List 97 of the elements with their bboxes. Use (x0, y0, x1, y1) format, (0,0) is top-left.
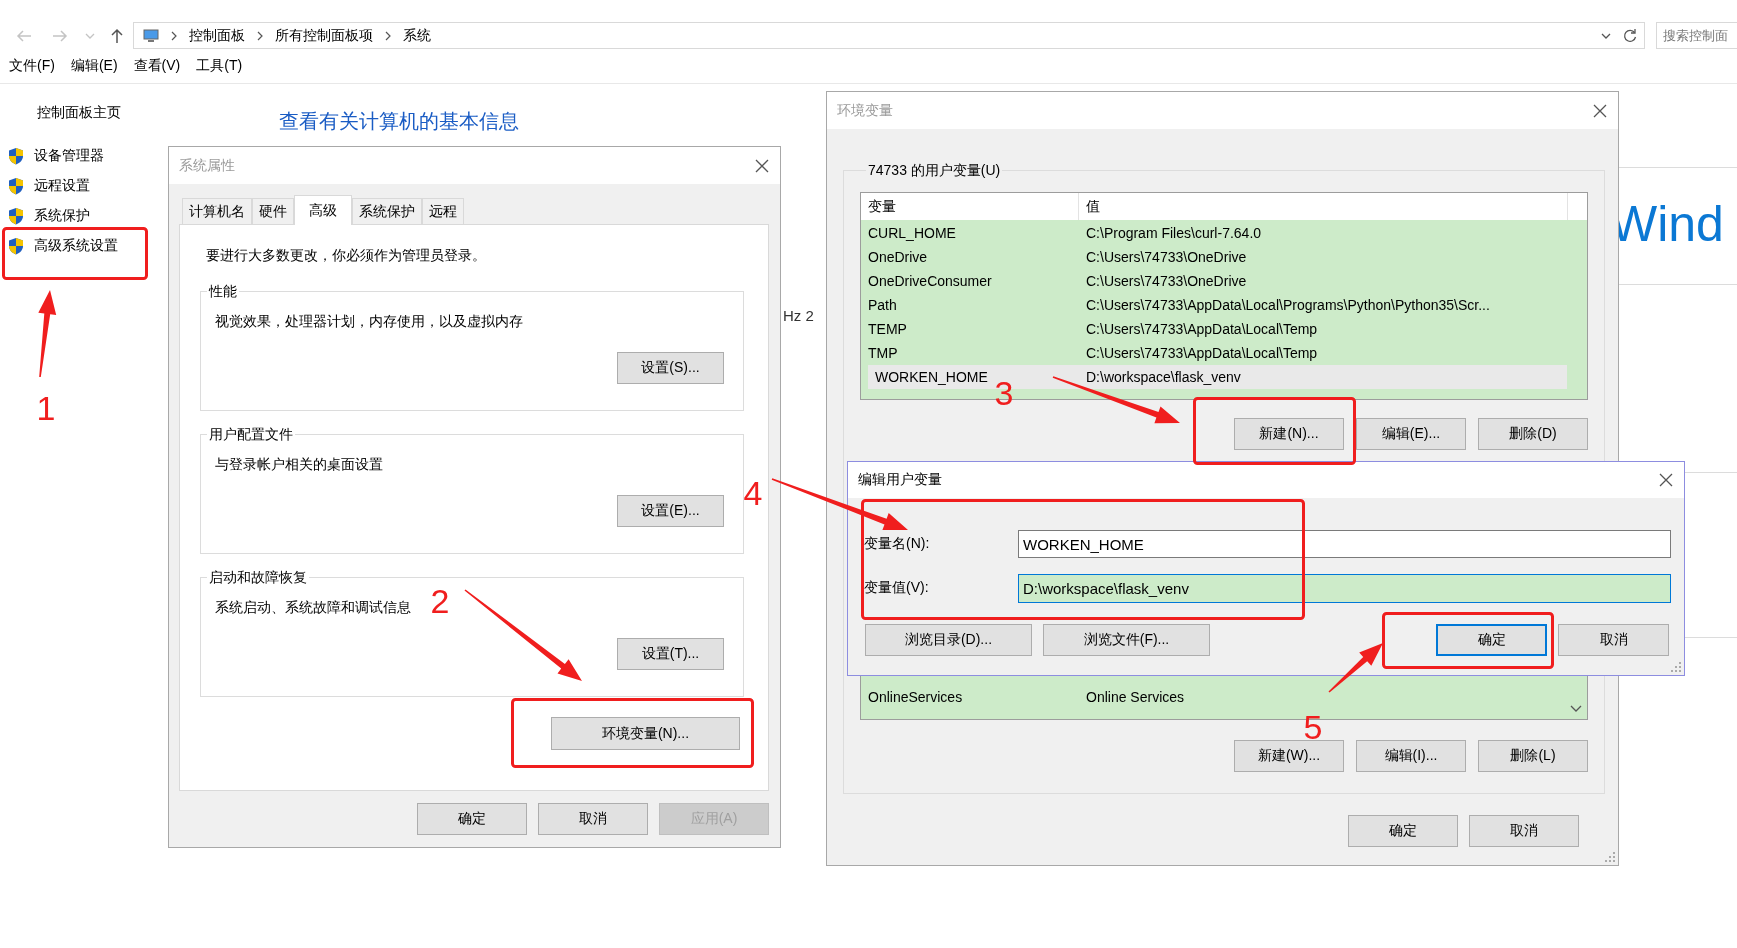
group-label: 74733 的用户变量(U) (867, 161, 1002, 180)
group-label: 启动和故障恢复 (208, 568, 308, 587)
tab[interactable]: 高级 (294, 195, 352, 225)
breadcrumb[interactable]: 控制面板 (187, 26, 247, 45)
list-cell-text: C:\Users\74733\OneDrive (1085, 272, 1247, 291)
list-cell-text: C:\Users\74733\AppData\Local\Temp (1085, 344, 1318, 363)
tab[interactable]: 硬件 (252, 198, 294, 224)
window-title: 编辑用户变量 (858, 471, 943, 489)
list-row[interactable]: TMP C:\Users\74733\AppData\Local\Temp (861, 341, 1567, 365)
list-cell-text: TEMP (867, 320, 908, 339)
dialog-button[interactable]: 确定 (1348, 815, 1458, 847)
resize-grip-icon[interactable] (1605, 852, 1615, 862)
list-row[interactable]: CURL_HOME C:\Program Files\curl-7.64.0 (861, 221, 1567, 245)
description-text: 视觉效果，处理器计划，内存使用，以及虚拟内存 (215, 312, 523, 331)
dialog-button[interactable]: 确定 (1436, 624, 1547, 656)
list-button[interactable]: 新建(W)... (1234, 740, 1344, 772)
notice-text: 要进行大多数更改，你必须作为管理员登录。 (206, 246, 486, 265)
input-field[interactable]: D:\workspace\flask_venv (1018, 573, 1671, 603)
list-cell-text: C:\Program Files\curl-7.64.0 (1085, 224, 1262, 243)
address-bar[interactable]: 控制面板 所有控制面板项 系统 (133, 22, 1645, 49)
close-icon[interactable] (1658, 472, 1674, 488)
up-arrow-icon[interactable] (110, 27, 124, 44)
environment-variables-button[interactable]: 环境变量(N)... (551, 717, 740, 750)
breadcrumb[interactable]: 所有控制面板项 (273, 26, 375, 45)
menu-item[interactable]: 工具(T) (193, 57, 246, 75)
step-number: 2 (429, 581, 451, 621)
field-label: 变量名(N): (864, 535, 930, 551)
dialog-button[interactable]: 确定 (417, 803, 527, 835)
list-button[interactable]: 编辑(I)... (1356, 740, 1466, 772)
refresh-icon[interactable] (1622, 27, 1638, 44)
window-title: 系统属性 (179, 156, 236, 175)
shield-icon (8, 207, 24, 225)
chevron-right-icon (169, 29, 179, 42)
sidebar-link[interactable]: 控制面板主页 (37, 102, 121, 122)
window-title: 环境变量 (837, 101, 894, 120)
description-text: 系统启动、系统故障和调试信息 (215, 598, 411, 617)
menu-item[interactable]: 文件(F) (6, 57, 58, 75)
dialog-button[interactable]: 取消 (1469, 815, 1579, 847)
shield-icon (8, 147, 24, 165)
tab[interactable]: 系统保护 (352, 198, 422, 224)
step-number: 4 (742, 473, 764, 513)
info-text: Hz 2 (783, 307, 814, 324)
list-cell-text: C:\Users\74733\AppData\Local\Temp (1085, 320, 1318, 339)
page-heading: 查看有关计算机的基本信息 (279, 109, 519, 133)
menu-item[interactable]: 查看(V) (130, 57, 184, 75)
browse-button[interactable]: 浏览文件(F)... (1043, 624, 1210, 656)
list-button[interactable]: 删除(L) (1478, 740, 1588, 772)
list-cell-text: Online Services (1085, 688, 1185, 707)
computer-icon (143, 27, 161, 44)
list-row[interactable]: TEMP C:\Users\74733\AppData\Local\Temp (861, 317, 1567, 341)
field-label: 变量值(V): (864, 579, 929, 595)
sidebar-link[interactable]: 远程设置 (8, 171, 93, 201)
dialog-button[interactable]: 取消 (538, 803, 648, 835)
list-cell-text: OneDriveConsumer (867, 272, 993, 291)
settings-button[interactable]: 设置(T)... (617, 638, 724, 670)
tab[interactable]: 远程 (422, 198, 464, 224)
chevron-right-icon (255, 29, 265, 42)
sidebar-link[interactable]: 系统保护 (8, 201, 93, 231)
menu-item[interactable]: 编辑(E) (67, 57, 121, 75)
list-cell-text: TMP (867, 344, 899, 363)
close-icon[interactable] (754, 157, 770, 174)
arrow (1328, 643, 1383, 693)
list-row[interactable]: OnlineServices Online Services (861, 685, 1567, 709)
close-icon[interactable] (1592, 102, 1608, 119)
list-row[interactable]: Path C:\Users\74733\AppData\Local\Programs\Python\Python35\Scr... (861, 293, 1567, 317)
list-cell-text: OnlineServices (867, 688, 964, 707)
list-cell-text: WORKEN_HOME (874, 368, 989, 387)
tab[interactable]: 计算机名 (182, 198, 252, 224)
description-text: 与登录帐户相关的桌面设置 (215, 455, 383, 474)
list-cell-text: C:\Users\74733\AppData\Local\Programs\Python\Python35\Scr... (1085, 296, 1490, 315)
list-row[interactable]: OneDrive C:\Users\74733\OneDrive (861, 245, 1567, 269)
group-label: 性能 (207, 282, 238, 301)
list-button[interactable]: 编辑(E)... (1356, 418, 1466, 450)
resize-grip-icon[interactable] (1671, 662, 1681, 672)
shield-icon (8, 237, 24, 255)
list-cell-text: C:\Users\74733\OneDrive (1085, 248, 1247, 267)
breadcrumb[interactable]: 系统 (401, 26, 433, 45)
settings-button[interactable]: 设置(E)... (617, 495, 724, 527)
sidebar-link[interactable]: 设备管理器 (8, 141, 107, 171)
list-cell-text: CURL_HOME (867, 224, 957, 243)
chevron-down-icon[interactable] (1570, 705, 1582, 713)
chevron-right-icon (383, 29, 393, 42)
list-row[interactable]: OneDriveConsumer C:\Users\74733\OneDrive (861, 269, 1567, 293)
input-field[interactable]: WORKEN_HOME (1018, 530, 1671, 558)
list-cell-text: D:\workspace\flask_venv (1085, 368, 1241, 387)
group-label: 用户配置文件 (208, 425, 294, 444)
browse-button[interactable]: 浏览目录(D)... (865, 624, 1032, 656)
list-button[interactable]: 新建(N)... (1234, 418, 1344, 450)
sidebar-link[interactable]: 高级系统设置 (8, 231, 121, 261)
settings-button[interactable]: 设置(S)... (617, 352, 724, 384)
list-cell-text: OneDrive (867, 248, 929, 267)
search-field[interactable]: 搜索控制面 (1656, 22, 1737, 49)
list-button[interactable]: 删除(D) (1478, 418, 1588, 450)
list-cell-text: Path (867, 296, 898, 315)
dialog-button[interactable]: 取消 (1558, 624, 1669, 656)
step-number: 1 (35, 388, 57, 428)
shield-icon (8, 177, 24, 195)
